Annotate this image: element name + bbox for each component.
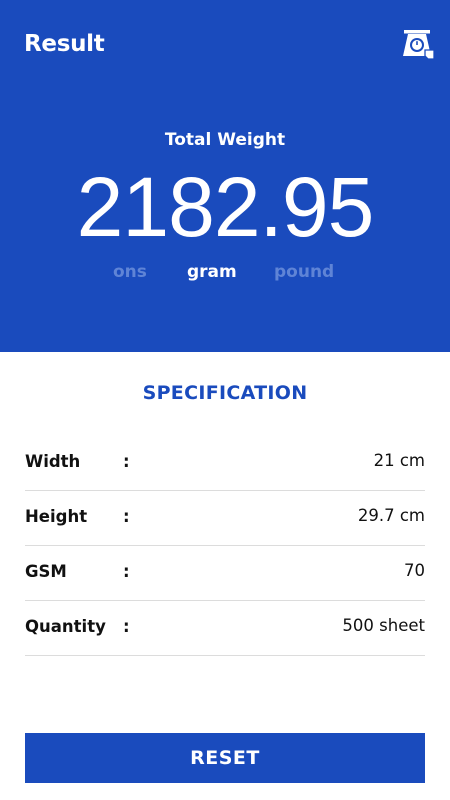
spec-row-quantity: Quantity : 500 sheet	[25, 600, 425, 656]
unit-tab-pound[interactable]: pound	[274, 262, 334, 282]
total-weight-value: 2182.95	[76, 160, 375, 254]
spec-row-height: Height : 29.7 cm	[25, 490, 425, 546]
spec-separator: :	[123, 452, 130, 471]
spec-row-width: Width : 21 cm	[25, 435, 425, 491]
spec-label: GSM	[25, 562, 67, 581]
spec-label: Quantity	[25, 617, 106, 636]
spec-value: 500 sheet	[342, 616, 425, 635]
page-title: Result	[24, 31, 105, 57]
total-weight-label: Total Weight	[164, 130, 286, 150]
result-header: Result Total Weight 2182.95 ons gram pou…	[0, 0, 450, 352]
spec-separator: :	[123, 562, 130, 581]
spec-label: Width	[25, 452, 81, 471]
spec-value: 21 cm	[373, 451, 425, 470]
spec-label: Height	[25, 507, 88, 526]
spec-value: 70	[404, 561, 425, 580]
kitchen-scale-icon[interactable]	[398, 24, 438, 64]
spec-value: 29.7 cm	[357, 506, 425, 525]
spec-row-gsm: GSM : 70	[25, 545, 425, 601]
unit-tab-ons[interactable]: ons	[113, 262, 147, 282]
reset-button[interactable]: RESET	[25, 733, 425, 783]
spec-separator: :	[123, 507, 130, 526]
unit-tab-gram[interactable]: gram	[187, 262, 237, 282]
spec-separator: :	[123, 617, 130, 636]
specification-title: SPECIFICATION	[142, 382, 308, 404]
